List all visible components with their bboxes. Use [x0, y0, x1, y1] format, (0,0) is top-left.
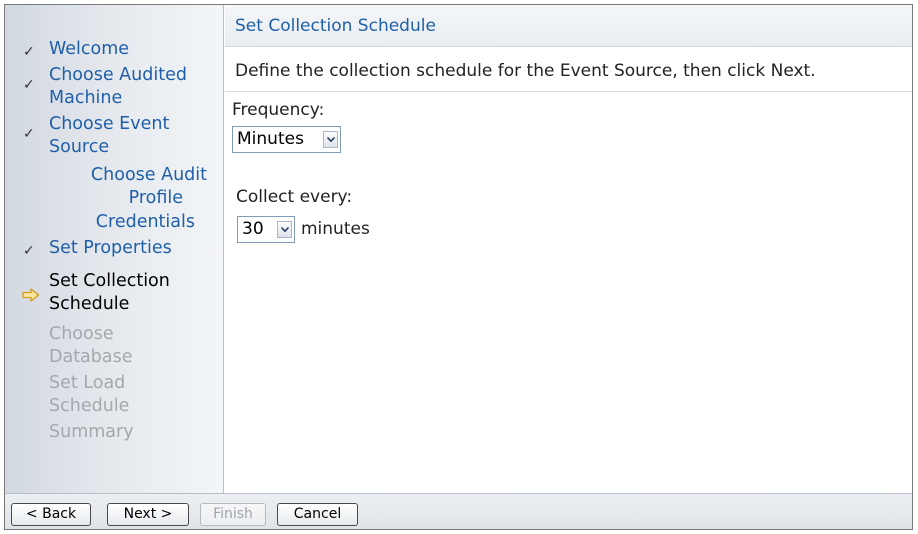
step-label: Machine: [49, 88, 123, 108]
chevron-down-icon[interactable]: [323, 131, 338, 148]
step-label: Set Load: [49, 373, 126, 393]
divider: [225, 91, 912, 92]
checkmark-icon: ✓: [23, 77, 35, 93]
step-label: Choose Event: [49, 114, 170, 134]
interval-unit-label: minutes: [301, 219, 370, 239]
frequency-value: Minutes: [237, 129, 304, 149]
step-welcome[interactable]: Welcome: [49, 38, 129, 61]
wizard-footer: < Back Next > Finish Cancel: [5, 493, 912, 529]
frequency-label: Frequency:: [232, 100, 325, 120]
page-header: Set Collection Schedule: [225, 5, 912, 47]
checkmark-icon: ✓: [23, 44, 35, 60]
step-choose-audited-machine[interactable]: Choose Audited Machine: [49, 64, 187, 110]
step-label: Welcome: [49, 39, 130, 59]
step-label: Choose: [49, 324, 114, 344]
checkmark-icon: ✓: [23, 243, 35, 259]
step-label: Summary: [49, 422, 134, 442]
step-label: Schedule: [49, 396, 130, 416]
step-label: Profile: [128, 188, 183, 208]
step-choose-database: Choose Database: [49, 323, 133, 369]
step-label: Source: [49, 137, 110, 157]
step-set-properties[interactable]: Set Properties: [49, 237, 172, 260]
chevron-down-icon[interactable]: [277, 221, 292, 238]
step-label: Choose Audited: [49, 65, 187, 85]
wizard-steps-sidebar: ✓ Welcome ✓ Choose Audited Machine ✓ Cho…: [5, 5, 224, 493]
instruction-text: Define the collection schedule for the E…: [235, 61, 816, 81]
finish-button: Finish: [200, 503, 266, 526]
step-label: Database: [49, 347, 133, 367]
step-label: Schedule: [49, 294, 130, 314]
page-title: Set Collection Schedule: [235, 16, 436, 36]
step-credentials[interactable]: Credentials: [96, 211, 195, 234]
collect-interval-select[interactable]: 30: [237, 216, 295, 243]
arrow-right-icon: [22, 288, 40, 302]
wizard-window: ✓ Welcome ✓ Choose Audited Machine ✓ Cho…: [4, 4, 913, 530]
collect-every-label: Collect every:: [236, 187, 353, 207]
step-label: Set Collection: [49, 271, 170, 291]
frequency-select[interactable]: Minutes: [232, 126, 341, 153]
step-choose-audit-profile[interactable]: Choose Audit Profile: [91, 164, 207, 210]
step-choose-event-source[interactable]: Choose Event Source: [49, 113, 169, 159]
step-label: Set Properties: [49, 238, 172, 258]
back-button[interactable]: < Back: [11, 503, 91, 526]
step-set-load-schedule: Set Load Schedule: [49, 372, 129, 418]
step-label: Choose Audit: [90, 165, 207, 185]
next-button[interactable]: Next >: [107, 503, 189, 526]
checkmark-icon: ✓: [23, 126, 35, 142]
step-summary: Summary: [49, 421, 134, 444]
collect-interval-value: 30: [242, 219, 264, 239]
step-set-collection-schedule: Set Collection Schedule: [49, 270, 170, 316]
step-label: Credentials: [95, 212, 195, 232]
cancel-button[interactable]: Cancel: [277, 503, 358, 526]
